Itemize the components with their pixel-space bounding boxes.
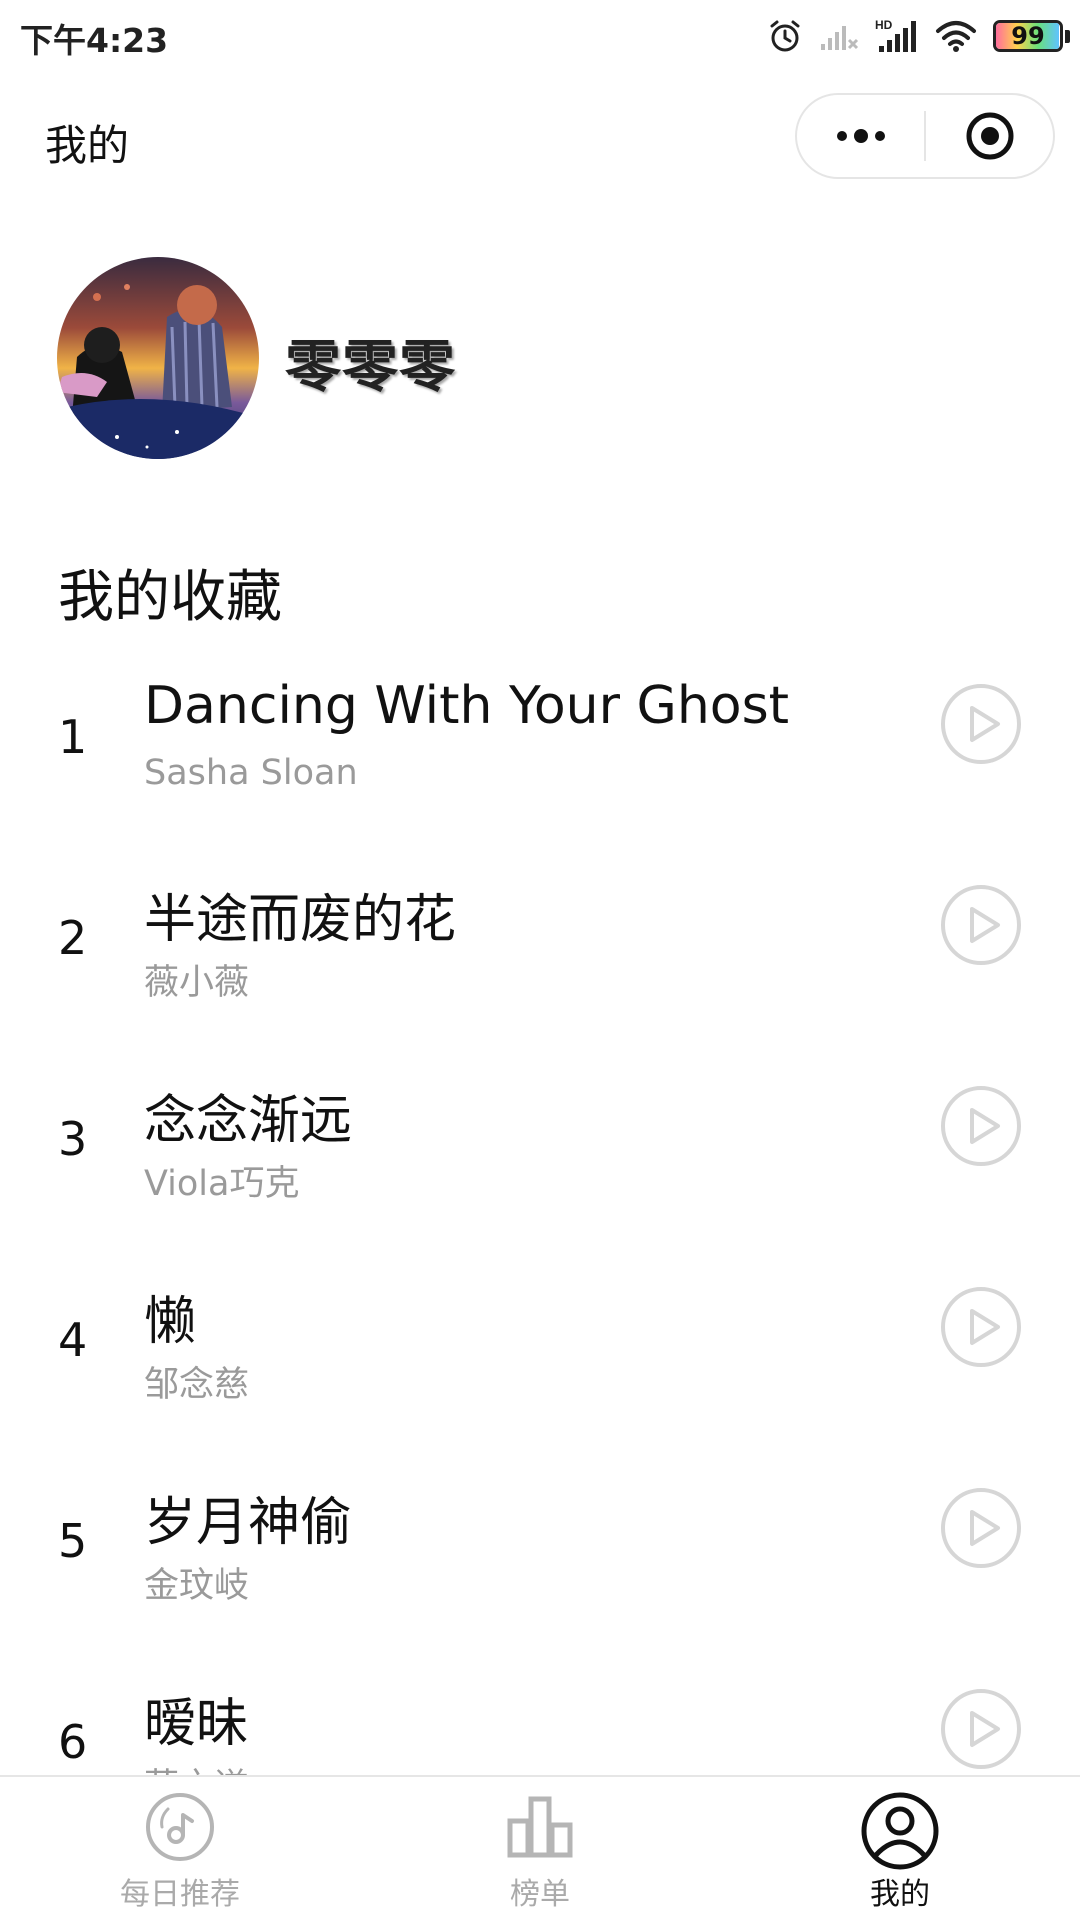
song-item[interactable]: 1 Dancing With Your Ghost Sasha Sloan <box>0 660 1080 861</box>
more-button[interactable] <box>797 95 924 177</box>
song-title: 懒 <box>144 1292 197 1352</box>
status-bar: 下午4:23 HD 99 <box>0 0 1080 70</box>
song-item[interactable]: 4 懒 邹念慈 <box>0 1263 1080 1464</box>
user-profile-icon <box>860 1791 940 1875</box>
mini-program-capsule <box>795 93 1055 179</box>
close-mini-program-button[interactable] <box>926 95 1053 177</box>
song-title: Dancing With Your Ghost <box>144 676 790 736</box>
play-circle-icon <box>941 885 1021 965</box>
song-item[interactable]: 2 半途而废的花 薇小薇 <box>0 861 1080 1062</box>
tab-label: 榜单 <box>510 1877 570 1912</box>
song-index: 6 <box>58 1715 88 1769</box>
song-artist: 邹念慈 <box>144 1365 250 1405</box>
play-button[interactable] <box>940 1688 1022 1770</box>
header: 我的 <box>0 84 1080 194</box>
song-title: 暧昧 <box>144 1694 249 1754</box>
username: 零零零 <box>285 335 456 400</box>
song-title: 岁月神偷 <box>144 1493 353 1553</box>
more-dots-icon <box>836 129 885 143</box>
song-artist: 金玟岐 <box>144 1566 250 1606</box>
tab-mine[interactable]: 我的 <box>720 1777 1080 1920</box>
signal-hd-icon: HD <box>875 18 919 54</box>
song-artist: 薇小薇 <box>144 963 250 1003</box>
play-button[interactable] <box>940 1286 1022 1368</box>
chart-bars-icon <box>504 1791 576 1867</box>
song-index: 1 <box>58 710 88 764</box>
tab-label: 我的 <box>870 1877 930 1912</box>
play-circle-icon <box>941 684 1021 764</box>
song-title: 念念渐远 <box>144 1091 353 1151</box>
play-circle-icon <box>941 1086 1021 1166</box>
avatar[interactable] <box>57 257 259 459</box>
status-time: 下午4:23 <box>20 21 169 60</box>
song-index: 4 <box>58 1313 88 1367</box>
wifi-icon <box>935 19 977 53</box>
song-title: 半途而废的花 <box>144 890 457 950</box>
play-button[interactable] <box>940 884 1022 966</box>
song-artist: 薛之谦 <box>144 1758 249 1775</box>
target-circle-icon <box>966 112 1013 160</box>
song-item[interactable]: 5 岁月神偷 金玟岐 <box>0 1464 1080 1665</box>
battery-level: 99 <box>1011 22 1045 50</box>
song-artist: Viola巧克 <box>144 1164 300 1204</box>
battery-indicator: 99 <box>993 20 1070 52</box>
tab-daily-recommend[interactable]: 每日推荐 <box>0 1777 360 1920</box>
play-button[interactable] <box>940 1085 1022 1167</box>
song-item[interactable]: 3 念念渐远 Viola巧克 <box>0 1062 1080 1263</box>
song-list: 1 Dancing With Your Ghost Sasha Sloan 2 … <box>0 660 1080 1775</box>
song-index: 3 <box>58 1112 88 1166</box>
tab-bar: 每日推荐 榜单 我的 <box>0 1775 1080 1920</box>
tab-label: 每日推荐 <box>120 1877 240 1912</box>
tab-charts[interactable]: 榜单 <box>360 1777 720 1920</box>
music-disc-icon <box>144 1791 216 1867</box>
song-index: 5 <box>58 1514 88 1568</box>
svg-text:HD: HD <box>875 18 893 32</box>
play-circle-icon <box>941 1287 1021 1367</box>
play-button[interactable] <box>940 1487 1022 1569</box>
status-icons: HD 99 <box>767 14 1070 58</box>
alarm-icon <box>767 18 803 54</box>
song-item[interactable]: 6 暧昧 薛之谦 <box>0 1665 1080 1775</box>
page-title: 我的 <box>45 121 130 170</box>
play-circle-icon <box>941 1488 1021 1568</box>
song-artist: Sasha Sloan <box>144 753 358 793</box>
favorites-title: 我的收藏 <box>58 565 282 630</box>
song-index: 2 <box>58 911 88 965</box>
play-circle-icon <box>941 1689 1021 1769</box>
play-button[interactable] <box>940 683 1022 765</box>
signal-off-icon <box>819 20 859 52</box>
battery-icon: 99 <box>993 20 1063 52</box>
